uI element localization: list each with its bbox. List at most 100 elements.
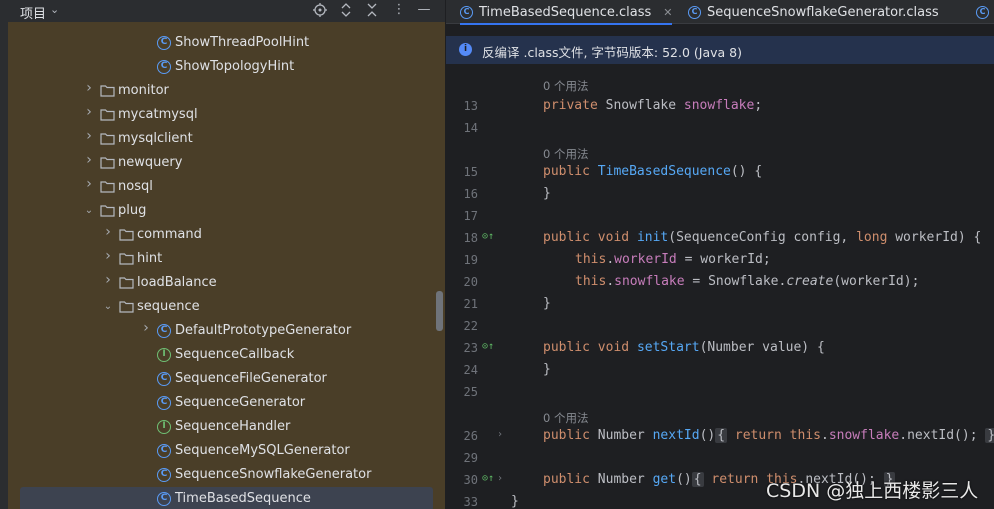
chevron-right-icon[interactable]: › bbox=[102, 249, 114, 263]
minimize-icon[interactable]: — bbox=[416, 2, 432, 18]
tab-overflow[interactable]: C bbox=[976, 0, 994, 24]
class-icon: C bbox=[157, 324, 171, 338]
line-number: 20 bbox=[463, 275, 478, 289]
line-number: 21 bbox=[463, 297, 478, 311]
usage-hint-line: 0 个用法 bbox=[446, 74, 994, 96]
banner-text: 反编译 .class文件, 字节码版本: 52.0 (Java 8) bbox=[482, 45, 742, 60]
tree-item[interactable]: › mysqlclient bbox=[8, 127, 433, 151]
tree-item-label: SequenceHandler bbox=[175, 419, 291, 434]
editor-tabs: C TimeBasedSequence.class ✕ C SequenceSn… bbox=[446, 0, 994, 25]
line-number: 33 bbox=[463, 495, 478, 509]
code-line: 18 ⊙↑ public void init(SequenceConfig conf… bbox=[446, 228, 994, 250]
tree-item-label: hint bbox=[137, 251, 163, 266]
tree-item-label: mysqlclient bbox=[118, 131, 193, 146]
code-text: public void init(SequenceConfig config, … bbox=[543, 230, 982, 245]
collapse-all-icon[interactable] bbox=[364, 2, 380, 18]
tree-item[interactable]: › monitor bbox=[8, 79, 433, 103]
tree-item[interactable]: C TimeBasedSequence bbox=[20, 487, 433, 509]
more-options-icon[interactable]: ⋮ bbox=[391, 2, 407, 18]
override-marker-icon[interactable]: ⊙↑ bbox=[482, 231, 494, 242]
chevron-down-icon[interactable]: ⌄ bbox=[50, 3, 59, 16]
line-number: 29 bbox=[463, 451, 478, 465]
tree-item[interactable]: › hint bbox=[8, 247, 433, 271]
line-number: 25 bbox=[463, 385, 478, 399]
line-number: 22 bbox=[463, 319, 478, 333]
folder-icon bbox=[100, 132, 115, 146]
chevron-right-icon[interactable]: › bbox=[102, 225, 114, 239]
class-icon: C bbox=[157, 492, 171, 506]
code-text: } bbox=[543, 186, 551, 201]
usage-hint-line: 0 个用法 bbox=[446, 406, 994, 428]
code-line: 20 this.snowflake = Snowflake.create(work… bbox=[446, 272, 994, 294]
tree-item[interactable]: › C DefaultPrototypeGenerator bbox=[8, 319, 433, 343]
tree-item[interactable]: I SequenceCallback bbox=[8, 343, 433, 367]
tree-item[interactable]: C SequenceSnowflakeGenerator bbox=[8, 463, 433, 487]
tree-scrollbar[interactable] bbox=[436, 291, 443, 331]
line-number: 19 bbox=[463, 253, 478, 267]
folder-icon bbox=[119, 276, 134, 290]
decompiled-banner: i 反编译 .class文件, 字节码版本: 52.0 (Java 8) bbox=[446, 36, 994, 64]
chevron-right-icon[interactable]: › bbox=[102, 273, 114, 287]
code-text: public TimeBasedSequence() { bbox=[543, 164, 763, 179]
tree-item-label: SequenceCallback bbox=[175, 347, 295, 362]
tab-label: TimeBasedSequence.class bbox=[479, 4, 652, 20]
tab-timebasedsequence[interactable]: C TimeBasedSequence.class ✕ bbox=[460, 0, 673, 25]
tree-item[interactable]: › command bbox=[8, 223, 433, 247]
chevron-right-icon[interactable]: › bbox=[83, 105, 95, 119]
fold-chevron-icon[interactable]: › bbox=[497, 429, 503, 440]
fold-chevron-icon[interactable]: › bbox=[497, 473, 503, 484]
code-text: public void setStart(Number value) { bbox=[543, 340, 825, 355]
chevron-down-icon[interactable]: ⌄ bbox=[102, 301, 114, 313]
tree-item-label: SequenceGenerator bbox=[175, 395, 306, 410]
tree-item-label: command bbox=[137, 227, 202, 242]
tree-item-label: SequenceFileGenerator bbox=[175, 371, 327, 386]
code-line: 14 bbox=[446, 118, 994, 140]
expand-all-icon[interactable] bbox=[338, 2, 354, 18]
chevron-right-icon[interactable]: › bbox=[83, 153, 95, 167]
tree-item[interactable]: C ShowTopologyHint bbox=[8, 55, 433, 79]
tree-item[interactable]: › mycatmysql bbox=[8, 103, 433, 127]
tree-item-label: ShowThreadPoolHint bbox=[175, 35, 310, 50]
folder-icon bbox=[100, 84, 115, 98]
code-line: 21} bbox=[446, 294, 994, 316]
override-marker-icon[interactable]: ⊙↑ bbox=[482, 341, 494, 352]
usage-hint: 0 个用法 bbox=[543, 147, 589, 161]
chevron-right-icon[interactable]: › bbox=[83, 177, 95, 191]
line-number: 15 bbox=[463, 165, 478, 179]
code-line: 29 bbox=[446, 448, 994, 470]
code-text: this.workerId = workerId; bbox=[575, 252, 771, 267]
tree-item[interactable]: › loadBalance bbox=[8, 271, 433, 295]
project-panel-title[interactable]: 项目 bbox=[20, 3, 46, 22]
tree-item-label: ShowTopologyHint bbox=[175, 59, 295, 74]
chevron-right-icon[interactable]: › bbox=[140, 321, 152, 335]
tree-item-label: DefaultPrototypeGenerator bbox=[175, 323, 352, 338]
tree-item[interactable]: › nosql bbox=[8, 175, 433, 199]
chevron-right-icon[interactable]: › bbox=[83, 81, 95, 95]
tree-item[interactable]: C SequenceGenerator bbox=[8, 391, 433, 415]
locate-icon[interactable] bbox=[312, 2, 328, 18]
code-line: 24} bbox=[446, 360, 994, 382]
tree-item[interactable]: C SequenceFileGenerator bbox=[8, 367, 433, 391]
code-text: this.snowflake = Snowflake.create(worker… bbox=[575, 274, 920, 289]
project-panel-header: 项目 ⌄ ⋮ — bbox=[0, 0, 445, 22]
tree-item[interactable]: ⌄ sequence bbox=[8, 295, 433, 319]
code-editor[interactable]: 0 个用法 13 private Snowflake snowflake; 14 0 个… bbox=[446, 64, 994, 509]
code-line: 13 private Snowflake snowflake; bbox=[446, 96, 994, 118]
folder-icon bbox=[119, 252, 134, 266]
close-icon[interactable]: ✕ bbox=[663, 6, 672, 19]
chevron-down-icon[interactable]: ⌄ bbox=[83, 205, 95, 217]
tree-item-label: mycatmysql bbox=[118, 107, 198, 122]
class-icon: C bbox=[157, 468, 171, 482]
chevron-right-icon[interactable]: › bbox=[83, 129, 95, 143]
tree-item[interactable]: C ShowThreadPoolHint bbox=[8, 31, 433, 55]
tree-item[interactable]: C SequenceMySQLGenerator bbox=[8, 439, 433, 463]
folder-icon bbox=[100, 180, 115, 194]
line-number: 18 bbox=[463, 231, 478, 245]
tree-item[interactable]: ⌄ plug bbox=[8, 199, 433, 223]
override-marker-icon[interactable]: ⊙↑ bbox=[482, 473, 494, 484]
tree-item[interactable]: I SequenceHandler bbox=[8, 415, 433, 439]
tab-sequencesnowflakegenerator[interactable]: C SequenceSnowflakeGenerator.class bbox=[688, 0, 939, 24]
tree-item[interactable]: › newquery bbox=[8, 151, 433, 175]
class-icon: C bbox=[688, 5, 701, 19]
project-panel: 项目 ⌄ ⋮ — C ShowThreadPoolHint C ShowTopolog… bbox=[0, 0, 445, 509]
